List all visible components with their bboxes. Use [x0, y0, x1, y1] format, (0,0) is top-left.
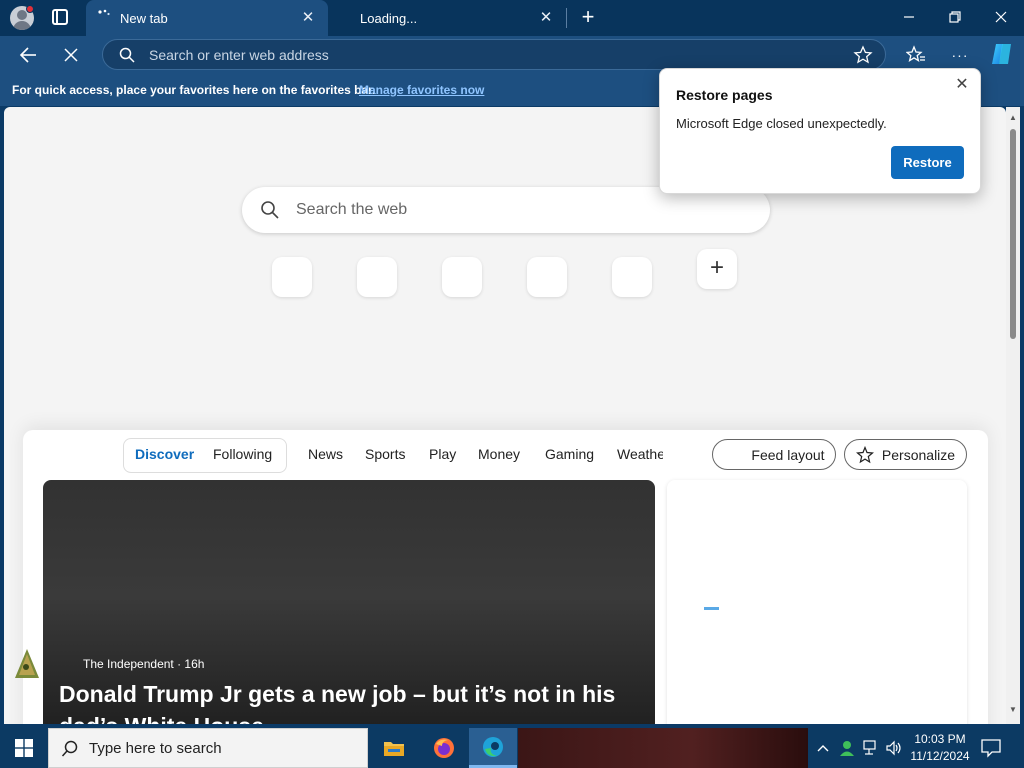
profile-alert-dot [26, 5, 34, 13]
quick-link-tile[interactable] [527, 257, 567, 297]
quick-link-tile[interactable] [357, 257, 397, 297]
avatar-head [17, 10, 27, 20]
news-feed: Discover Following News Sports Play Mone… [23, 430, 988, 724]
minimize-icon [904, 16, 914, 18]
tab-loading[interactable]: Loading... ✕ [338, 0, 566, 36]
category-sports[interactable]: Sports [365, 446, 405, 462]
clock-time: 10:03 PM [914, 732, 966, 746]
network-icon [863, 740, 876, 755]
taskbar-search-placeholder: Type here to search [89, 740, 222, 757]
scroll-up-arrow-icon[interactable]: ▲ [1008, 113, 1018, 123]
windows-logo-icon [15, 739, 33, 757]
copilot-icon[interactable] [988, 40, 1016, 68]
loading-indicator [704, 607, 719, 610]
quick-link-tile[interactable] [612, 257, 652, 297]
firefox-icon [434, 738, 454, 758]
address-bar[interactable] [102, 39, 886, 70]
category-news[interactable]: News [308, 446, 343, 462]
more-options-icon: ··· [951, 47, 969, 63]
search-icon [261, 201, 279, 219]
dialog-message: Microsoft Edge closed unexpectedly. [676, 116, 887, 131]
taskbar-search[interactable]: Type here to search [48, 728, 368, 768]
tab-label: New tab [120, 10, 168, 26]
new-tab-button[interactable]: + [576, 5, 600, 29]
personalize-star-icon [855, 445, 874, 463]
notification-center-icon[interactable] [980, 738, 1002, 758]
tab-actions-icon[interactable] [52, 9, 68, 25]
search-icon [61, 740, 78, 757]
scroll-down-arrow-icon[interactable]: ▼ [1008, 705, 1018, 715]
file-explorer-button[interactable] [370, 728, 418, 768]
quick-link-tile[interactable] [272, 257, 312, 297]
article-source: The Independent · 16h [83, 657, 205, 671]
manage-favorites-link[interactable]: Manage favorites now [359, 83, 484, 97]
close-window-button[interactable] [978, 0, 1024, 34]
close-dialog-icon[interactable]: ✕ [952, 75, 972, 95]
taskbar: Type here to search 10:03 PM 11/12/2024 [0, 728, 1024, 768]
restore-window-icon [949, 11, 961, 23]
web-search-input[interactable] [294, 199, 734, 221]
add-shortcut-button[interactable]: + [697, 249, 737, 289]
hero-news-card[interactable]: The Independent · 16h Donald Trump Jr ge… [43, 480, 655, 724]
volume-tray-icon[interactable] [883, 728, 905, 768]
side-card [667, 480, 967, 724]
tab-discover[interactable]: Discover [135, 446, 194, 462]
category-money[interactable]: Money [478, 446, 520, 462]
category-gaming[interactable]: Gaming [545, 446, 594, 462]
taskbar-wallpaper-area [518, 728, 808, 768]
new-tab-page: + Discover Following News Sports Play Mo… [4, 107, 1006, 724]
restore-button[interactable]: Restore [891, 146, 964, 179]
title-bar: New tab ✕ Loading... ✕ + [0, 0, 1024, 36]
category-play[interactable]: Play [429, 446, 456, 462]
people-icon [840, 741, 854, 756]
page-scrollbar[interactable]: ▲ ▼ [1006, 107, 1020, 724]
tab-new-tab[interactable]: New tab ✕ [86, 0, 328, 36]
personalize-button[interactable]: Personalize [844, 439, 967, 470]
speaker-icon [886, 740, 901, 756]
close-window-icon [995, 11, 1007, 23]
category-weather[interactable]: Weathe [617, 446, 663, 462]
tab-label: Loading... [360, 10, 418, 26]
restore-window-button[interactable] [932, 0, 978, 34]
feed-layout-label: Feed layout [751, 446, 825, 463]
show-hidden-icons-button[interactable] [814, 728, 832, 768]
favorites-icon [906, 45, 925, 62]
scrollbar-thumb[interactable] [1010, 129, 1016, 339]
network-tray-icon[interactable] [860, 728, 882, 768]
desktop-shortcut-icon[interactable] [14, 648, 40, 680]
settings-more-button[interactable]: ··· [945, 40, 975, 70]
edge-icon [483, 736, 503, 757]
firefox-button[interactable] [420, 728, 468, 768]
quick-link-tile[interactable] [442, 257, 482, 297]
back-arrow-icon [19, 47, 36, 63]
close-tab-icon[interactable]: ✕ [298, 8, 318, 28]
clock-date: 11/12/2024 [910, 749, 970, 763]
start-button[interactable] [0, 728, 48, 768]
search-icon [119, 47, 135, 63]
dialog-title: Restore pages [676, 87, 773, 103]
restore-pages-dialog: Restore pages ✕ Microsoft Edge closed un… [659, 68, 981, 194]
favorites-bar-message: For quick access, place your favorites h… [12, 83, 376, 97]
tab-following[interactable]: Following [213, 446, 272, 462]
minimize-button[interactable] [886, 0, 932, 34]
user-tray-icon[interactable] [836, 728, 858, 768]
stop-icon [64, 48, 78, 62]
stop-loading-button[interactable] [56, 40, 86, 70]
tab-divider [566, 8, 567, 28]
article-headline[interactable]: Donald Trump Jr gets a new job – but it’… [59, 678, 639, 724]
back-button[interactable] [13, 40, 43, 70]
chevron-up-icon [817, 745, 829, 752]
folder-icon [384, 742, 404, 756]
personalize-label: Personalize [881, 446, 956, 463]
feed-layout-button[interactable]: Feed layout [712, 439, 836, 470]
taskbar-clock[interactable]: 10:03 PM 11/12/2024 [905, 731, 975, 765]
loading-spinner-icon [98, 9, 110, 16]
favorites-button[interactable] [901, 40, 931, 70]
close-tab-icon[interactable]: ✕ [536, 8, 556, 28]
avatar-body [13, 21, 31, 30]
add-favorite-star-icon[interactable] [853, 45, 873, 65]
address-input[interactable] [147, 44, 807, 66]
edge-button[interactable] [469, 728, 517, 768]
